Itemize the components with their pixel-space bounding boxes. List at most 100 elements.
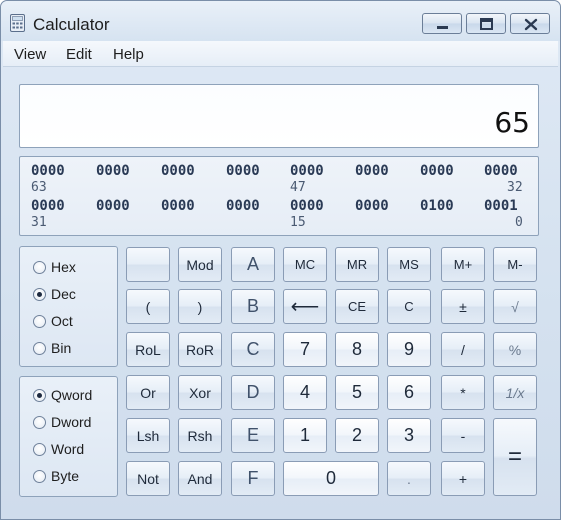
digit-2-button[interactable]: 2 [335, 418, 379, 453]
bit-position-label: 15 [290, 215, 306, 230]
add-button[interactable]: + [441, 461, 485, 496]
maximize-icon [480, 18, 493, 30]
digit-4-button[interactable]: 4 [283, 375, 327, 410]
multiply-button[interactable]: * [441, 375, 485, 410]
radio-button[interactable] [33, 469, 46, 483]
radio-dec[interactable]: Dec [33, 284, 76, 304]
backspace-button[interactable]: ⟵ [283, 289, 327, 324]
radio-button[interactable] [33, 260, 46, 274]
radio-button[interactable] [33, 442, 46, 456]
or-button[interactable]: Or [126, 375, 170, 410]
menu-help[interactable]: Help [113, 46, 144, 63]
memory-recall-button[interactable]: MR [335, 247, 379, 282]
menu-bar: View Edit Help [3, 41, 558, 67]
percent-button[interactable]: % [493, 332, 537, 367]
digit-5-button[interactable]: 5 [335, 375, 379, 410]
radio-button[interactable] [33, 314, 46, 328]
bit-position-label: 47 [290, 180, 306, 195]
rotate-left-button[interactable]: RoL [126, 332, 170, 367]
radio-oct[interactable]: Oct [33, 311, 73, 331]
window-title: Calculator [33, 15, 110, 34]
hex-a-button[interactable]: A [231, 247, 275, 282]
bit-group: 0100 [420, 198, 454, 214]
square-root-button[interactable]: √ [493, 289, 537, 324]
rotate-right-button[interactable]: RoR [178, 332, 222, 367]
clear-button[interactable]: C [387, 289, 431, 324]
radio-label: Word [51, 441, 85, 457]
radio-byte[interactable]: Byte [33, 466, 79, 486]
radio-button[interactable] [33, 415, 46, 429]
radio-qword[interactable]: Qword [33, 385, 92, 405]
menu-edit[interactable]: Edit [66, 46, 92, 63]
digit-8-button[interactable]: 8 [335, 332, 379, 367]
bit-group: 0000 [420, 163, 454, 179]
radio-dword[interactable]: Dword [33, 412, 91, 432]
bit-group: 0000 [96, 163, 130, 179]
digit-7-button[interactable]: 7 [283, 332, 327, 367]
hex-e-button[interactable]: E [231, 418, 275, 453]
xor-button[interactable]: Xor [178, 375, 222, 410]
hex-f-button[interactable]: F [231, 461, 275, 496]
not-button[interactable]: Not [126, 461, 170, 496]
divide-button[interactable]: / [441, 332, 485, 367]
close-paren-button[interactable]: ) [178, 289, 222, 324]
title-bar: Calculator [1, 1, 560, 41]
left-shift-button[interactable]: Lsh [126, 418, 170, 453]
bit-group: 0000 [226, 163, 260, 179]
radio-label: Hex [51, 259, 76, 275]
radio-label: Bin [51, 340, 72, 356]
reciprocal-button[interactable]: 1/x [493, 375, 537, 410]
hex-b-button[interactable]: B [231, 289, 275, 324]
memory-add-button[interactable]: M+ [441, 247, 485, 282]
menu-view[interactable]: View [14, 46, 46, 63]
radio-label: Qword [51, 387, 93, 403]
negate-button[interactable]: ± [441, 289, 485, 324]
clear-entry-button[interactable]: CE [335, 289, 379, 324]
equals-button[interactable]: = [493, 418, 537, 496]
memory-store-button[interactable]: MS [387, 247, 431, 282]
memory-subtract-button[interactable]: M- [493, 247, 537, 282]
bit-position-label: 63 [31, 180, 47, 195]
subtract-button[interactable]: - [441, 418, 485, 453]
bit-position-label: 0 [515, 215, 523, 230]
close-button[interactable] [510, 13, 550, 34]
bit-group: 0000 [484, 163, 518, 179]
digit-6-button[interactable]: 6 [387, 375, 431, 410]
open-paren-button[interactable]: ( [126, 289, 170, 324]
number-base-group: Hex Dec Oct Bin [19, 246, 118, 367]
digit-3-button[interactable]: 3 [387, 418, 431, 453]
bit-group: 0001 [484, 198, 518, 214]
radio-button-selected[interactable] [33, 287, 46, 301]
bit-group: 0000 [31, 198, 65, 214]
bit-group: 0000 [290, 163, 324, 179]
bit-group: 0000 [226, 198, 260, 214]
decimal-point-button[interactable]: . [387, 461, 431, 496]
bit-group: 0000 [290, 198, 324, 214]
radio-bin[interactable]: Bin [33, 338, 71, 358]
hex-d-button[interactable]: D [231, 375, 275, 410]
maximize-button[interactable] [466, 13, 506, 34]
digit-0-button[interactable]: 0 [283, 461, 379, 496]
radio-hex[interactable]: Hex [33, 257, 76, 277]
bit-group: 0000 [96, 198, 130, 214]
calculator-app-icon [10, 14, 25, 32]
right-shift-button[interactable]: Rsh [178, 418, 222, 453]
bit-position-label: 32 [507, 180, 523, 195]
memory-clear-button[interactable]: MC [283, 247, 327, 282]
minimize-icon [437, 26, 448, 29]
bit-display: 0000 0000 0000 0000 0000 0000 0000 0000 … [19, 156, 539, 236]
minimize-button[interactable] [422, 13, 462, 34]
radio-button[interactable] [33, 341, 46, 355]
blank-key [126, 247, 170, 282]
word-size-group: Qword Dword Word Byte [19, 376, 118, 497]
radio-word[interactable]: Word [33, 439, 84, 459]
radio-button-selected[interactable] [33, 388, 46, 402]
bit-position-label: 31 [31, 215, 47, 230]
radio-label: Oct [51, 313, 73, 329]
hex-c-button[interactable]: C [231, 332, 275, 367]
digit-1-button[interactable]: 1 [283, 418, 327, 453]
and-button[interactable]: And [178, 461, 222, 496]
digit-9-button[interactable]: 9 [387, 332, 431, 367]
mod-button[interactable]: Mod [178, 247, 222, 282]
bit-group: 0000 [31, 163, 65, 179]
